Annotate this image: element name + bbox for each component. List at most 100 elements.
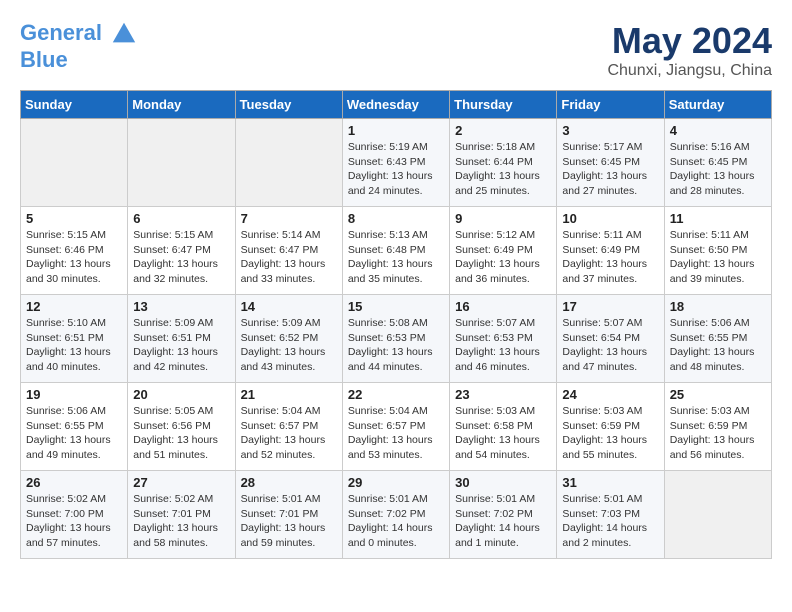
calendar-cell [21,119,128,207]
calendar-cell: 29 Sunrise: 5:01 AM Sunset: 7:02 PM Dayli… [342,471,449,559]
day-details: Sunrise: 5:01 AM Sunset: 7:02 PM Dayligh… [348,492,444,551]
day-number: 20 [133,387,229,402]
month-title: May 2024 [607,20,772,62]
weekday-header: Wednesday [342,91,449,119]
day-number: 16 [455,299,551,314]
calendar-cell: 13 Sunrise: 5:09 AM Sunset: 6:51 PM Dayli… [128,295,235,383]
day-number: 15 [348,299,444,314]
day-number: 14 [241,299,337,314]
day-number: 29 [348,475,444,490]
calendar-week-row: 12 Sunrise: 5:10 AM Sunset: 6:51 PM Dayli… [21,295,772,383]
logo-text: General Blue [20,20,138,72]
weekday-header: Saturday [664,91,771,119]
calendar-cell: 16 Sunrise: 5:07 AM Sunset: 6:53 PM Dayli… [450,295,557,383]
calendar-cell: 15 Sunrise: 5:08 AM Sunset: 6:53 PM Dayli… [342,295,449,383]
calendar-cell: 2Sunrise: 5:18 AM Sunset: 6:44 PM Daylig… [450,119,557,207]
day-details: Sunrise: 5:01 AM Sunset: 7:02 PM Dayligh… [455,492,551,551]
calendar-cell: 9 Sunrise: 5:12 AM Sunset: 6:49 PM Daylig… [450,207,557,295]
logo: General Blue [20,20,138,72]
calendar-cell [128,119,235,207]
calendar-cell: 23Sunrise: 5:03 AM Sunset: 6:58 PM Dayli… [450,383,557,471]
day-details: Sunrise: 5:08 AM Sunset: 6:53 PM Dayligh… [348,316,444,375]
calendar-cell: 8 Sunrise: 5:13 AM Sunset: 6:48 PM Daylig… [342,207,449,295]
weekday-header: Friday [557,91,664,119]
calendar-table: SundayMondayTuesdayWednesdayThursdayFrid… [20,90,772,559]
page-header: General Blue May 2024 Chunxi, Jiangsu, C… [20,20,772,80]
calendar-cell: 28Sunrise: 5:01 AM Sunset: 7:01 PM Dayli… [235,471,342,559]
calendar-cell: 19 Sunrise: 5:06 AM Sunset: 6:55 PM Dayli… [21,383,128,471]
weekday-header: Monday [128,91,235,119]
day-details: Sunrise: 5:16 AM Sunset: 6:45 PM Dayligh… [670,140,766,199]
day-details: Sunrise: 5:14 AM Sunset: 6:47 PM Dayligh… [241,228,337,287]
calendar-cell: 22 Sunrise: 5:04 AM Sunset: 6:57 PM Dayli… [342,383,449,471]
day-number: 19 [26,387,122,402]
calendar-cell: 25 Sunrise: 5:03 AM Sunset: 6:59 PM Dayli… [664,383,771,471]
weekday-header: Thursday [450,91,557,119]
calendar-week-row: 26Sunrise: 5:02 AM Sunset: 7:00 PM Dayli… [21,471,772,559]
calendar-cell: 26Sunrise: 5:02 AM Sunset: 7:00 PM Dayli… [21,471,128,559]
day-details: Sunrise: 5:11 AM Sunset: 6:49 PM Dayligh… [562,228,658,287]
day-details: Sunrise: 5:10 AM Sunset: 6:51 PM Dayligh… [26,316,122,375]
day-number: 24 [562,387,658,402]
day-details: Sunrise: 5:18 AM Sunset: 6:44 PM Dayligh… [455,140,551,199]
title-block: May 2024 Chunxi, Jiangsu, China [607,20,772,80]
day-number: 13 [133,299,229,314]
day-details: Sunrise: 5:06 AM Sunset: 6:55 PM Dayligh… [670,316,766,375]
day-details: Sunrise: 5:12 AM Sunset: 6:49 PM Dayligh… [455,228,551,287]
day-number: 21 [241,387,337,402]
day-details: Sunrise: 5:03 AM Sunset: 6:59 PM Dayligh… [562,404,658,463]
day-number: 22 [348,387,444,402]
day-details: Sunrise: 5:07 AM Sunset: 6:53 PM Dayligh… [455,316,551,375]
location: Chunxi, Jiangsu, China [607,62,772,80]
day-number: 18 [670,299,766,314]
day-details: Sunrise: 5:17 AM Sunset: 6:45 PM Dayligh… [562,140,658,199]
day-number: 11 [670,211,766,226]
calendar-cell: 31 Sunrise: 5:01 AM Sunset: 7:03 PM Dayli… [557,471,664,559]
calendar-cell: 7 Sunrise: 5:14 AM Sunset: 6:47 PM Daylig… [235,207,342,295]
calendar-week-row: 19 Sunrise: 5:06 AM Sunset: 6:55 PM Dayli… [21,383,772,471]
calendar-cell: 21Sunrise: 5:04 AM Sunset: 6:57 PM Dayli… [235,383,342,471]
day-number: 5 [26,211,122,226]
calendar-cell: 1Sunrise: 5:19 AM Sunset: 6:43 PM Daylig… [342,119,449,207]
day-details: Sunrise: 5:05 AM Sunset: 6:56 PM Dayligh… [133,404,229,463]
calendar-cell [235,119,342,207]
calendar-cell: 12 Sunrise: 5:10 AM Sunset: 6:51 PM Dayli… [21,295,128,383]
day-details: Sunrise: 5:09 AM Sunset: 6:51 PM Dayligh… [133,316,229,375]
calendar-week-row: 5 Sunrise: 5:15 AM Sunset: 6:46 PM Daylig… [21,207,772,295]
calendar-cell: 17 Sunrise: 5:07 AM Sunset: 6:54 PM Dayli… [557,295,664,383]
day-details: Sunrise: 5:15 AM Sunset: 6:46 PM Dayligh… [26,228,122,287]
day-details: Sunrise: 5:01 AM Sunset: 7:03 PM Dayligh… [562,492,658,551]
day-details: Sunrise: 5:13 AM Sunset: 6:48 PM Dayligh… [348,228,444,287]
calendar-cell [664,471,771,559]
calendar-cell: 4 Sunrise: 5:16 AM Sunset: 6:45 PM Daylig… [664,119,771,207]
day-details: Sunrise: 5:04 AM Sunset: 6:57 PM Dayligh… [348,404,444,463]
day-number: 31 [562,475,658,490]
calendar-cell: 5 Sunrise: 5:15 AM Sunset: 6:46 PM Daylig… [21,207,128,295]
day-details: Sunrise: 5:11 AM Sunset: 6:50 PM Dayligh… [670,228,766,287]
day-number: 4 [670,123,766,138]
day-number: 6 [133,211,229,226]
day-number: 17 [562,299,658,314]
calendar-cell: 6 Sunrise: 5:15 AM Sunset: 6:47 PM Daylig… [128,207,235,295]
day-number: 10 [562,211,658,226]
weekday-header: Tuesday [235,91,342,119]
calendar-cell: 3 Sunrise: 5:17 AM Sunset: 6:45 PM Daylig… [557,119,664,207]
day-number: 9 [455,211,551,226]
day-number: 7 [241,211,337,226]
weekday-header: Sunday [21,91,128,119]
calendar-cell: 10 Sunrise: 5:11 AM Sunset: 6:49 PM Dayli… [557,207,664,295]
day-number: 3 [562,123,658,138]
day-details: Sunrise: 5:15 AM Sunset: 6:47 PM Dayligh… [133,228,229,287]
day-details: Sunrise: 5:03 AM Sunset: 6:59 PM Dayligh… [670,404,766,463]
calendar-cell: 30Sunrise: 5:01 AM Sunset: 7:02 PM Dayli… [450,471,557,559]
day-number: 25 [670,387,766,402]
calendar-cell: 18 Sunrise: 5:06 AM Sunset: 6:55 PM Dayli… [664,295,771,383]
day-number: 12 [26,299,122,314]
day-details: Sunrise: 5:02 AM Sunset: 7:01 PM Dayligh… [133,492,229,551]
calendar-week-row: 1Sunrise: 5:19 AM Sunset: 6:43 PM Daylig… [21,119,772,207]
day-details: Sunrise: 5:03 AM Sunset: 6:58 PM Dayligh… [455,404,551,463]
day-details: Sunrise: 5:06 AM Sunset: 6:55 PM Dayligh… [26,404,122,463]
day-number: 8 [348,211,444,226]
day-details: Sunrise: 5:07 AM Sunset: 6:54 PM Dayligh… [562,316,658,375]
day-number: 28 [241,475,337,490]
